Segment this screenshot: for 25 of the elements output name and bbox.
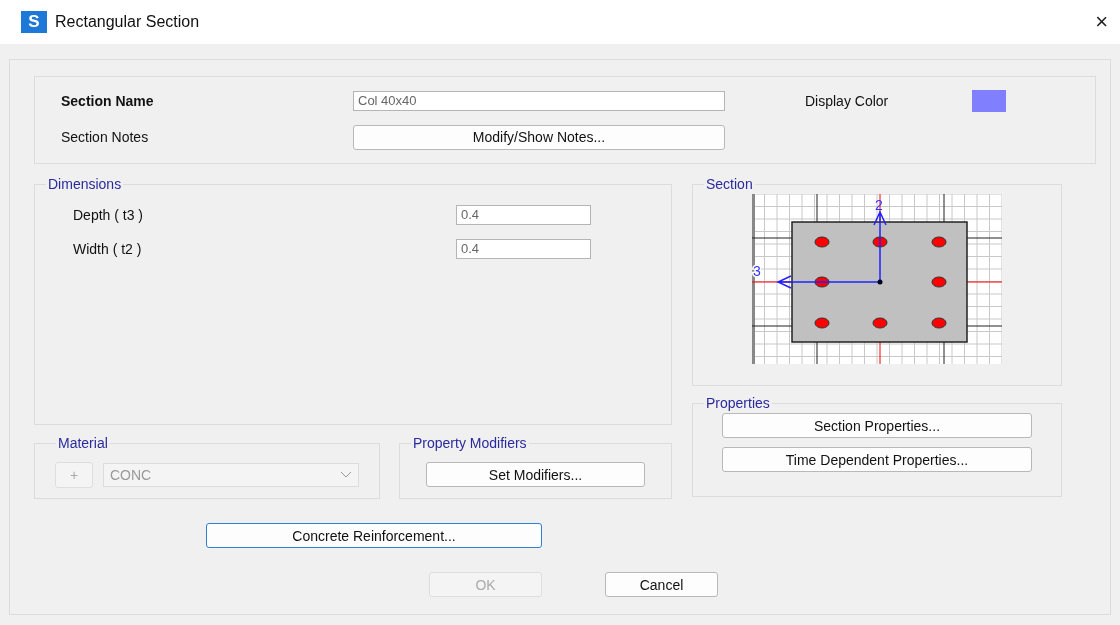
- field-label: Width ( t2 ): [73, 241, 143, 257]
- axis-label: 2: [875, 197, 883, 213]
- field-label: Display Color: [805, 93, 890, 109]
- properties-button[interactable]: Section Properties...: [722, 413, 1032, 438]
- group-title: Material: [57, 435, 109, 451]
- dimension-field[interactable]: 0.4: [456, 239, 591, 259]
- properties-button[interactable]: Time Dependent Properties...: [722, 447, 1032, 472]
- field-label: Section Notes: [61, 129, 150, 145]
- notes-button[interactable]: Modify/Show Notes...: [353, 124, 725, 150]
- section-name-field[interactable]: Col 40x40: [353, 91, 725, 111]
- app-icon: S: [21, 11, 47, 33]
- group-title: Section: [705, 176, 754, 192]
- group-title: Properties: [705, 395, 771, 411]
- group-title: Dimensions: [47, 176, 123, 192]
- field-label: Section Name: [61, 93, 155, 109]
- chevron-down-icon: [340, 470, 352, 479]
- modifiers-button[interactable]: Set Modifiers...: [426, 462, 645, 487]
- group-title: Property Modifiers: [412, 435, 528, 451]
- reinforcement-button[interactable]: Concrete Reinforcement...: [206, 523, 542, 548]
- dimension-field[interactable]: 0.4: [456, 205, 591, 225]
- close-button[interactable]: ×: [1091, 9, 1112, 35]
- color-swatch[interactable]: [972, 90, 1006, 112]
- dialog-button[interactable]: Cancel: [605, 572, 718, 597]
- window-title: Rectangular Section: [55, 13, 201, 31]
- field-label: Depth ( t3 ): [73, 207, 145, 223]
